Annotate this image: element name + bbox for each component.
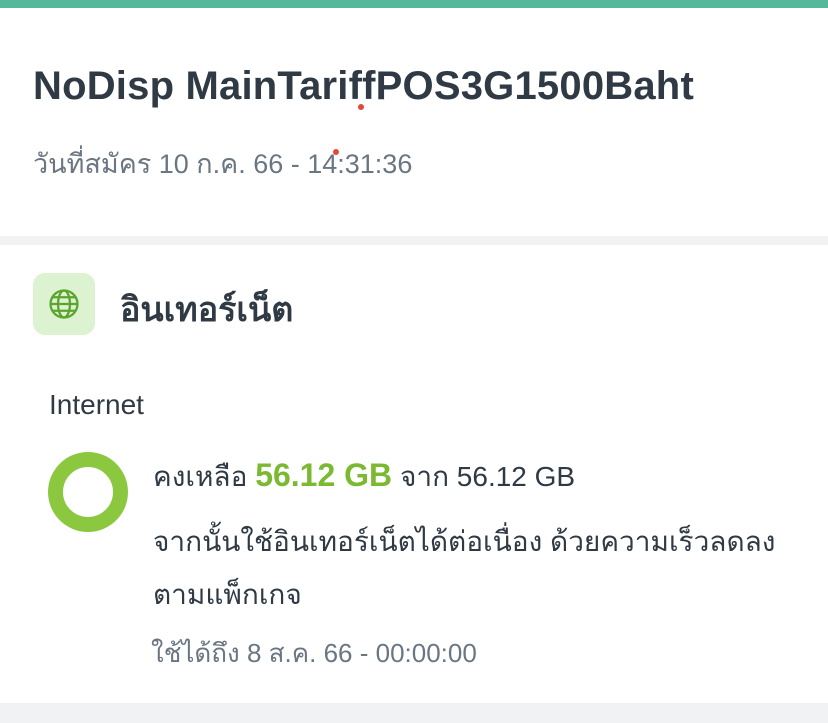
- quota-label: Internet: [49, 389, 144, 420]
- bottom-divider: [0, 703, 828, 723]
- section-divider: [0, 236, 828, 245]
- top-accent-bar: [0, 0, 828, 8]
- remaining-suffix: จาก 56.12 GB: [399, 461, 576, 492]
- purchase-date: วันที่สมัคร 10 ก.ค. 66 - 14:31:36: [33, 149, 413, 179]
- remaining-value: 56.12 GB: [255, 457, 393, 493]
- red-dot-marker: [358, 104, 364, 110]
- red-dot-marker: [333, 149, 339, 155]
- internet-icon-tile: [33, 273, 95, 335]
- globe-icon: [49, 289, 79, 319]
- package-header: NoDisp MainTariffPOS3G1500Baht วันที่สมั…: [0, 8, 828, 236]
- section-title: อินเทอร์เน็ต: [120, 291, 294, 329]
- validity-date: ใช้ได้ถึง 8 ส.ค. 66 - 00:00:00: [151, 638, 477, 668]
- package-title: NoDisp MainTariffPOS3G1500Baht: [33, 64, 694, 108]
- remaining-quota-ring: [48, 452, 128, 532]
- remaining-prefix: คงเหลือ: [153, 461, 248, 492]
- after-quota-note: จากนั้นใช้อินเทอร์เน็ตได้ต่อเนื่อง ด้วยค…: [153, 526, 776, 610]
- internet-section: อินเทอร์เน็ต Internet คงเหลือ 56.12 GB จ…: [0, 245, 828, 703]
- remaining-quota-line: คงเหลือ 56.12 GB จาก 56.12 GB: [153, 455, 575, 499]
